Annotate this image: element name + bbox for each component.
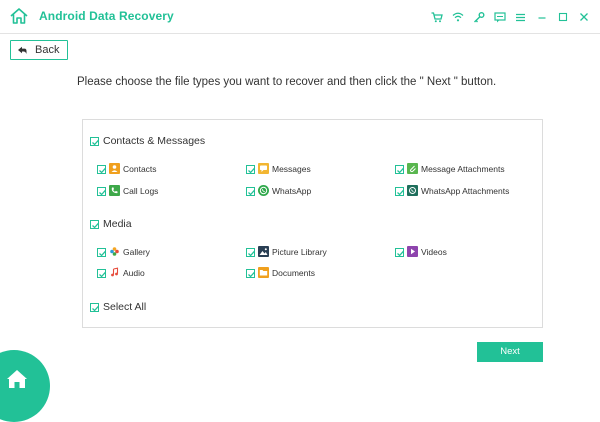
whatsapp-attachments-label: WhatsApp Attachments <box>421 186 510 196</box>
back-arrow-icon <box>18 46 27 54</box>
select-all-checkbox[interactable] <box>90 303 99 312</box>
videos-label: Videos <box>421 247 447 257</box>
option-audio[interactable]: Audio <box>97 267 217 279</box>
select-all-label: Select All <box>103 301 147 313</box>
option-picture-library[interactable]: Picture Library <box>246 246 366 258</box>
home-icon[interactable] <box>9 7 29 25</box>
contacts-icon <box>109 163 120 174</box>
back-label: Back <box>35 44 60 56</box>
contacts-checkbox[interactable] <box>97 165 106 174</box>
messages-label: Messages <box>272 164 311 174</box>
whatsapp-attachments-icon <box>407 185 418 196</box>
home-icon <box>7 370 27 388</box>
media-checkbox[interactable] <box>90 220 99 229</box>
documents-checkbox[interactable] <box>246 269 255 278</box>
option-messages[interactable]: Messages <box>246 163 366 175</box>
instruction-text: Please choose the file types you want to… <box>77 76 497 88</box>
contacts-messages-checkbox[interactable] <box>90 137 99 146</box>
whatsapp-label: WhatsApp <box>272 186 312 196</box>
whatsapp-checkbox[interactable] <box>246 187 255 196</box>
videos-icon <box>407 246 418 257</box>
close-icon[interactable] <box>573 9 594 25</box>
gallery-icon <box>109 246 120 257</box>
option-message-attachments[interactable]: Message Attachments <box>395 163 535 175</box>
messages-checkbox[interactable] <box>246 165 255 174</box>
messages-icon <box>258 163 269 174</box>
chat-icon[interactable] <box>489 9 510 25</box>
option-contacts[interactable]: Contacts <box>97 163 217 175</box>
option-whatsapp[interactable]: WhatsApp <box>246 185 366 197</box>
call-logs-icon <box>109 185 120 196</box>
whatsapp-icon <box>258 185 269 196</box>
back-button[interactable]: Back <box>10 40 68 60</box>
option-documents[interactable]: Documents <box>246 267 366 279</box>
picture-library-icon <box>258 246 269 257</box>
cart-icon[interactable] <box>426 9 447 25</box>
minimize-icon[interactable] <box>531 9 552 25</box>
whatsapp-attachments-checkbox[interactable] <box>395 187 404 196</box>
app-title: Android Data Recovery <box>39 9 174 23</box>
audio-checkbox[interactable] <box>97 269 106 278</box>
title-bar: Android Data Recovery <box>0 0 600 34</box>
videos-checkbox[interactable] <box>395 248 404 257</box>
picture-library-checkbox[interactable] <box>246 248 255 257</box>
call-logs-checkbox[interactable] <box>97 187 106 196</box>
option-gallery[interactable]: Gallery <box>97 246 217 258</box>
documents-label: Documents <box>272 268 315 278</box>
option-call-logs[interactable]: Call Logs <box>97 185 217 197</box>
audio-icon <box>109 267 120 278</box>
media-label: Media <box>103 218 132 230</box>
contacts-label: Contacts <box>123 164 157 174</box>
message-attachments-checkbox[interactable] <box>395 165 404 174</box>
gallery-checkbox[interactable] <box>97 248 106 257</box>
menu-icon[interactable] <box>510 9 531 25</box>
picture-library-label: Picture Library <box>272 247 327 257</box>
option-videos[interactable]: Videos <box>395 246 515 258</box>
option-whatsapp-attachments[interactable]: WhatsApp Attachments <box>395 185 535 197</box>
message-attachments-icon <box>407 163 418 174</box>
wifi-icon[interactable] <box>447 9 468 25</box>
home-shortcut-button[interactable] <box>0 350 50 422</box>
file-type-panel: Contacts & Messages Contacts Messages Me… <box>82 119 543 328</box>
contacts-messages-label: Contacts & Messages <box>103 135 206 147</box>
message-attachments-label: Message Attachments <box>421 164 505 174</box>
call-logs-label: Call Logs <box>123 186 159 196</box>
documents-icon <box>258 267 269 278</box>
audio-label: Audio <box>123 268 145 278</box>
key-icon[interactable] <box>468 9 489 25</box>
next-button[interactable]: Next <box>477 342 543 362</box>
gallery-label: Gallery <box>123 247 150 257</box>
maximize-icon[interactable] <box>552 9 573 25</box>
